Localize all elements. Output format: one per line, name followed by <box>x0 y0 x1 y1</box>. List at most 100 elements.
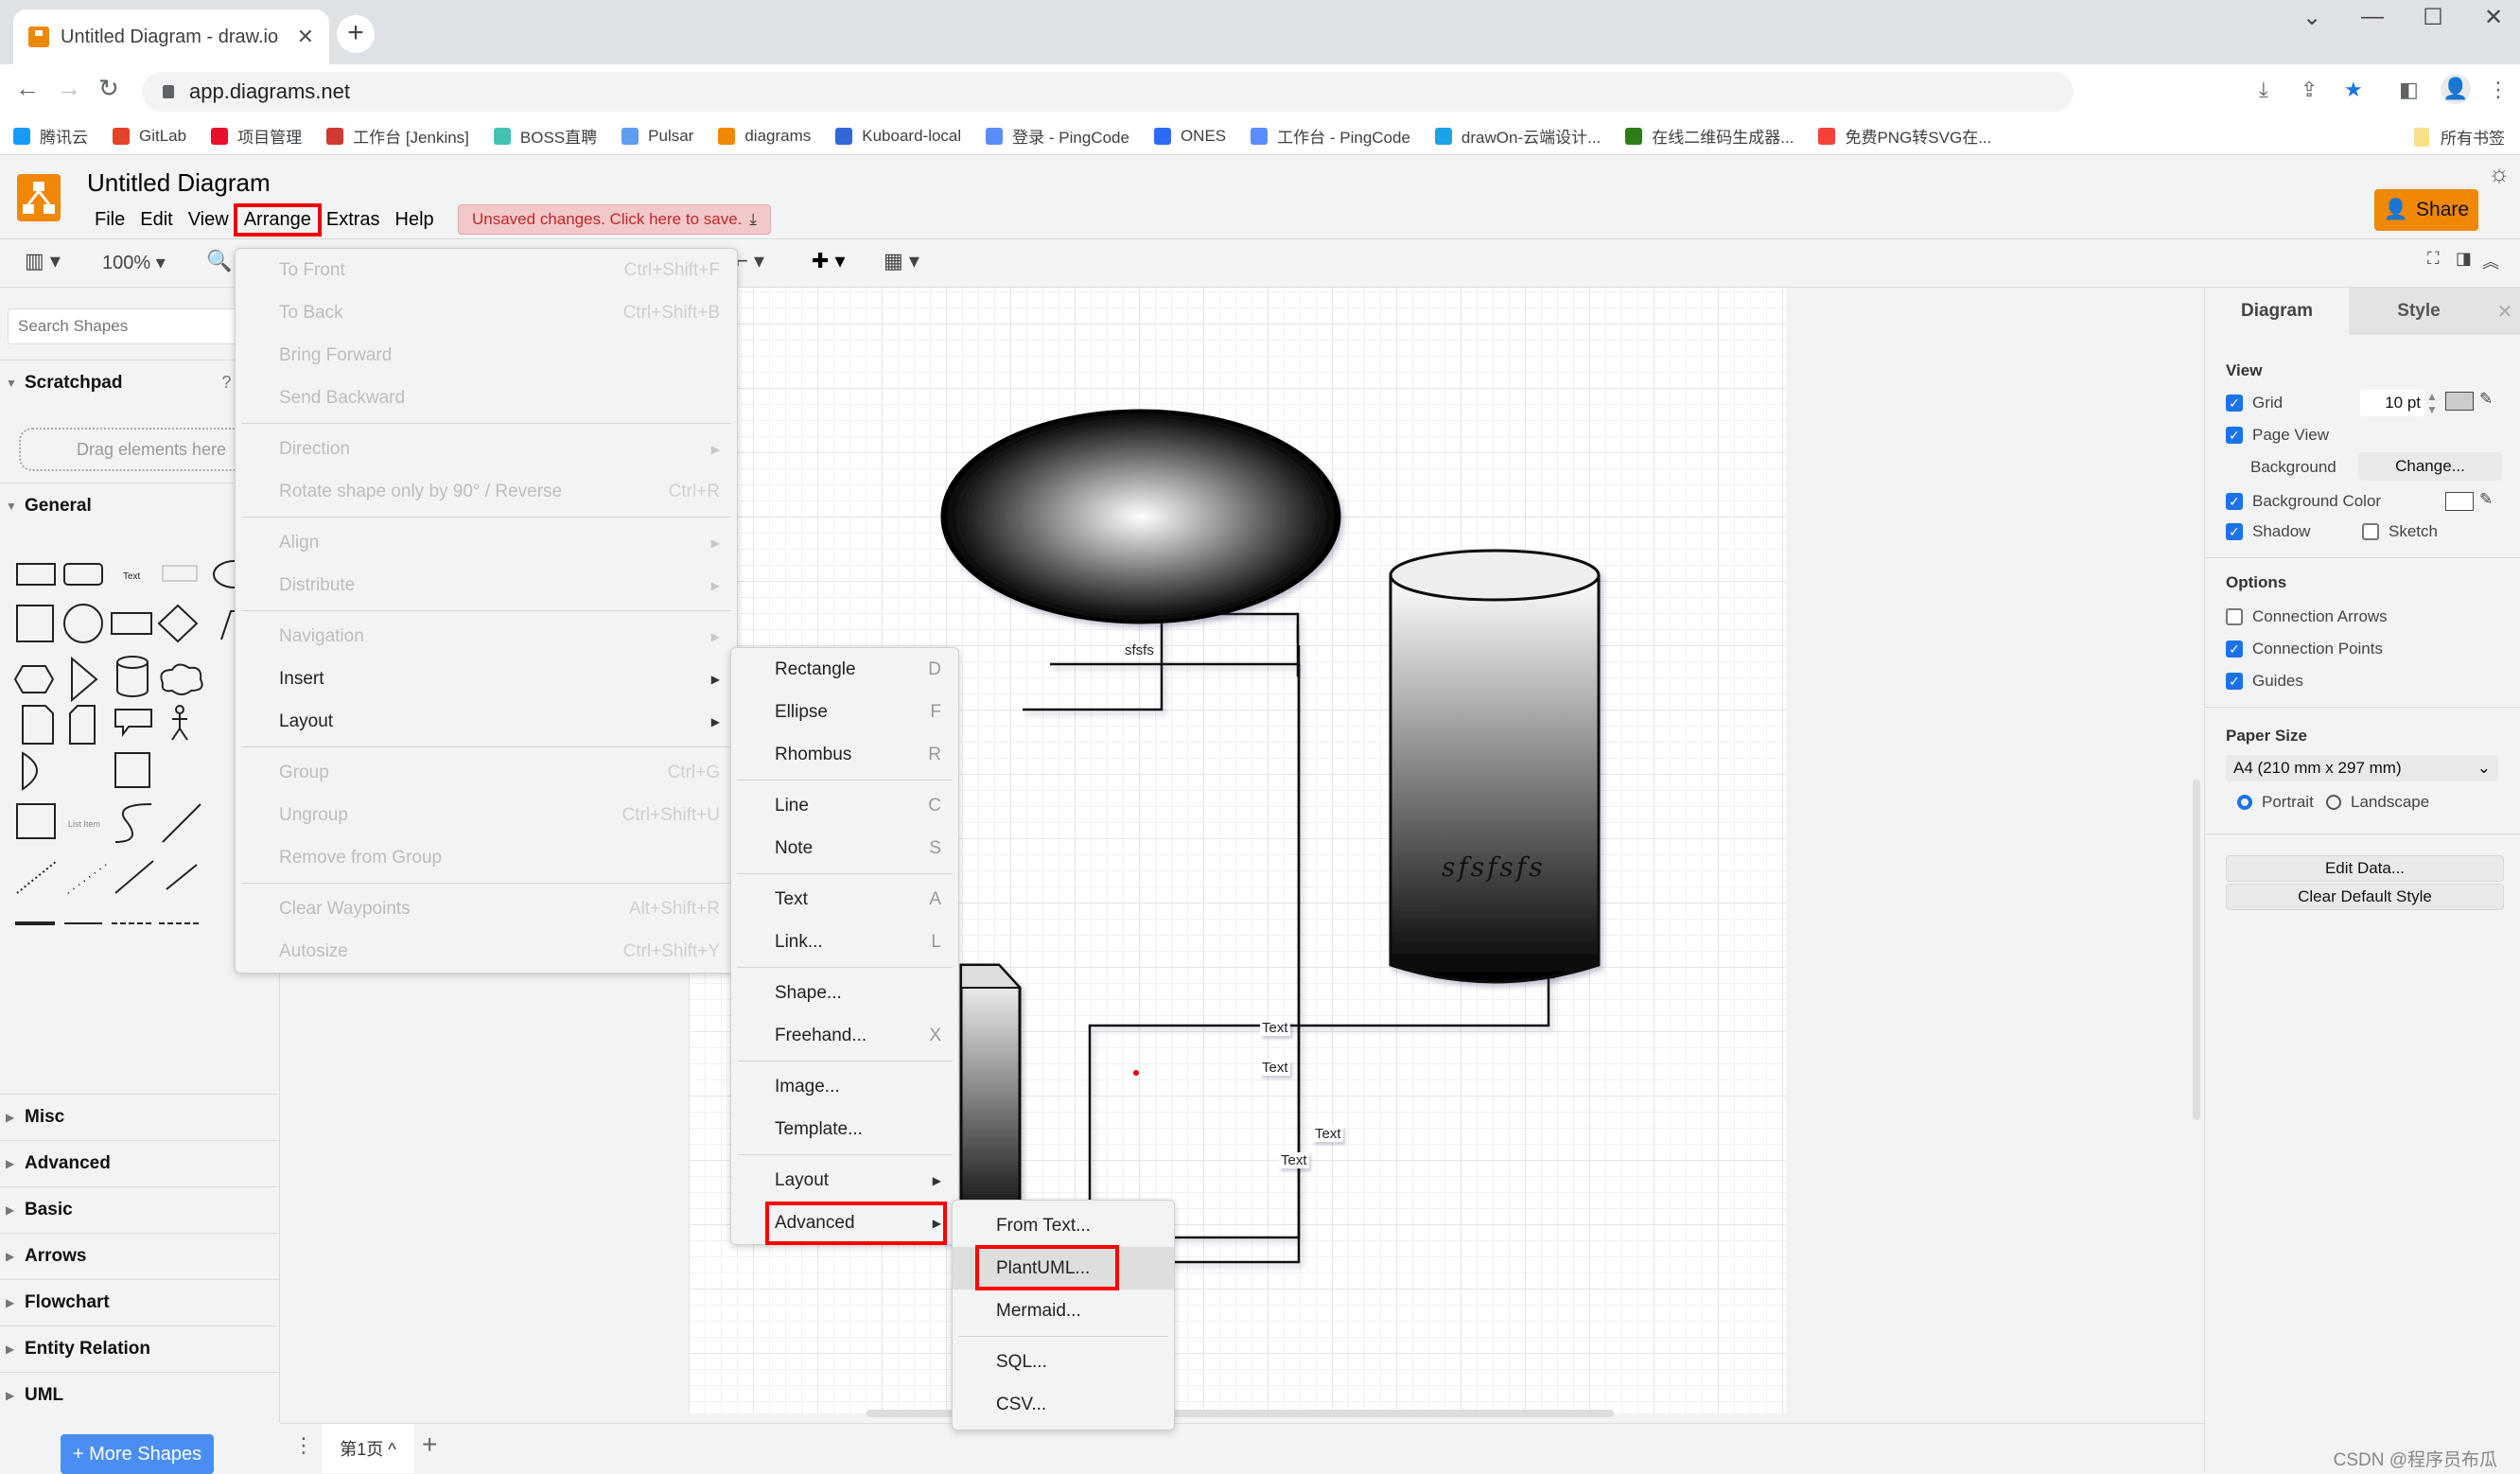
toggle-format-icon[interactable]: ◨ <box>2456 249 2472 269</box>
table-icon[interactable]: ▦ ▾ <box>884 249 919 273</box>
menu-item-template[interactable]: Template... <box>731 1108 958 1150</box>
checkbox-checked-icon[interactable]: ✓ <box>2226 640 2243 658</box>
checkbox-unchecked-icon[interactable] <box>2226 608 2243 625</box>
new-tab-button[interactable]: + <box>337 15 375 53</box>
search-shapes-input[interactable] <box>8 308 272 344</box>
page-tab[interactable]: 第1页 ^ <box>322 1424 414 1473</box>
menu-item-rectangle[interactable]: Rectangle D <box>731 648 958 691</box>
profile-avatar-icon[interactable]: 👤 <box>2441 74 2471 104</box>
bookmark-item[interactable]: GitLab <box>113 127 186 146</box>
menu-item-remove-from-group[interactable]: Remove from Group <box>236 836 737 879</box>
minimize-button[interactable]: — <box>2354 4 2391 30</box>
checkbox-checked-icon[interactable]: ✓ <box>2226 493 2243 510</box>
menu-item-advanced[interactable]: Advanced ▶ <box>731 1202 958 1245</box>
grid-size-input[interactable]: 10 pt <box>2360 390 2424 416</box>
tab-style[interactable]: Style <box>2349 288 2489 335</box>
section-basic[interactable]: ▶ Basic <box>0 1186 280 1232</box>
bookmark-item[interactable]: diagrams <box>718 127 811 146</box>
maximize-button[interactable]: ☐ <box>2414 4 2452 31</box>
menu-item-freehand[interactable]: Freehand... X <box>731 1014 958 1057</box>
general-shapes-grid[interactable]: Text List Item <box>11 553 267 950</box>
menu-item-text[interactable]: Text A <box>731 878 958 921</box>
connection-points-row[interactable]: ✓ Connection Points <box>2226 640 2383 658</box>
bookmark-star-icon[interactable]: ★ <box>2344 78 2363 102</box>
menu-item-line[interactable]: Line C <box>731 784 958 827</box>
menu-item-align[interactable]: Align ▶ <box>236 521 737 564</box>
bookmark-item[interactable]: BOSS直聘 <box>493 124 597 148</box>
back-icon[interactable]: ← <box>15 74 40 103</box>
bookmark-item[interactable]: Pulsar <box>621 127 693 146</box>
install-app-icon[interactable]: ⤓ <box>2259 78 2268 102</box>
bookmark-item[interactable]: 腾讯云 <box>13 124 88 148</box>
close-tab-icon[interactable]: ✕ <box>297 25 314 49</box>
zoom-in-icon[interactable]: 🔍 <box>206 249 232 273</box>
bookmark-item[interactable]: 在线二维码生成器... <box>1625 124 1794 148</box>
section-flowchart[interactable]: ▶ Flowchart <box>0 1279 280 1325</box>
section-advanced[interactable]: ▶ Advanced <box>0 1140 280 1185</box>
browser-tab[interactable]: Untitled Diagram - draw.io ✕ <box>13 9 329 64</box>
insert-plus-icon[interactable]: ✚ ▾ <box>812 249 846 273</box>
menu-extras[interactable]: Extras <box>319 206 388 234</box>
bookmark-item[interactable]: 工作台 [Jenkins] <box>326 124 469 148</box>
menu-item-bring-forward[interactable]: Bring Forward <box>236 334 737 377</box>
background-color-swatch[interactable] <box>2445 492 2474 511</box>
edge-label[interactable]: Text <box>1279 1152 1309 1168</box>
menu-item-sql[interactable]: SQL... <box>953 1341 1174 1383</box>
url-field[interactable]: app.diagrams.net <box>142 72 2074 112</box>
edit-data-button[interactable]: Edit Data... <box>2226 855 2504 882</box>
section-arrows[interactable]: ▶ Arrows <box>0 1233 280 1278</box>
guides-row[interactable]: ✓ Guides <box>2226 672 2303 691</box>
bookmark-item[interactable]: 工作台 - PingCode <box>1251 124 1410 148</box>
edge-label[interactable]: Text <box>1260 1060 1290 1076</box>
clear-default-style-button[interactable]: Clear Default Style <box>2226 884 2504 910</box>
page-view-checkbox-row[interactable]: ✓ Page View <box>2226 426 2329 445</box>
menu-item-csv[interactable]: CSV... <box>953 1383 1174 1426</box>
edge-label[interactable]: Text <box>1260 1020 1290 1036</box>
browser-menu-icon[interactable]: ⋮ <box>2488 78 2509 102</box>
sketch-checkbox-row[interactable]: Sketch <box>2362 522 2438 541</box>
menu-item-ungroup[interactable]: Ungroup Ctrl+Shift+U <box>236 794 737 836</box>
radio-selected-icon[interactable] <box>2237 795 2252 810</box>
zoom-dropdown[interactable]: 100% ▾ <box>102 251 166 274</box>
page-menu-icon[interactable]: ⋮ <box>293 1433 314 1458</box>
bookmark-item[interactable]: ONES <box>1153 127 1226 146</box>
section-uml[interactable]: ▶ UML <box>0 1372 280 1417</box>
menu-item-to-back[interactable]: To Back Ctrl+Shift+B <box>236 291 737 334</box>
checkbox-checked-icon[interactable]: ✓ <box>2226 523 2243 540</box>
checkbox-checked-icon[interactable]: ✓ <box>2226 673 2243 690</box>
menu-edit[interactable]: Edit <box>132 206 180 234</box>
menu-item-autosize[interactable]: Autosize Ctrl+Shift+Y <box>236 930 737 973</box>
menu-item-link[interactable]: Link... L <box>731 921 958 963</box>
close-window-button[interactable]: ✕ <box>2475 4 2512 31</box>
tab-search-icon[interactable]: ⌄ <box>2293 4 2331 31</box>
share-page-icon[interactable]: ⇪ <box>2301 78 2318 102</box>
radio-unselected-icon[interactable] <box>2326 795 2341 810</box>
unsaved-changes-button[interactable]: Unsaved changes. Click here to save. ⤓ <box>458 204 771 235</box>
background-color-checkbox-row[interactable]: ✓ Background Color <box>2226 492 2381 511</box>
share-button[interactable]: 👤 Share <box>2374 189 2478 231</box>
menu-item-mermaid[interactable]: Mermaid... <box>953 1290 1174 1332</box>
more-shapes-button[interactable]: + More Shapes <box>61 1434 214 1474</box>
eyedropper-icon[interactable]: ✎ <box>2479 490 2493 509</box>
theme-sun-icon[interactable]: ☼ <box>2488 159 2511 188</box>
section-misc[interactable]: ▶ Misc <box>0 1094 280 1139</box>
change-background-button[interactable]: Change... <box>2358 452 2502 481</box>
menu-item-rhombus[interactable]: Rhombus R <box>731 733 958 776</box>
menu-view[interactable]: View <box>181 206 236 234</box>
menu-item-send-backward[interactable]: Send Backward <box>236 377 737 419</box>
menu-item-layout[interactable]: Layout ▶ <box>731 1159 958 1202</box>
landscape-radio-row[interactable]: Landscape <box>2326 793 2429 812</box>
menu-arrange[interactable]: Arrange <box>233 203 322 237</box>
document-title[interactable]: Untitled Diagram <box>87 168 271 198</box>
fullscreen-icon[interactable]: ⛶ <box>2427 249 2440 269</box>
eyedropper-icon[interactable]: ✎ <box>2479 390 2493 409</box>
edge-label[interactable]: Text <box>1313 1126 1343 1142</box>
bookmark-item[interactable]: 项目管理 <box>211 124 302 148</box>
checkbox-checked-icon[interactable]: ✓ <box>2226 427 2243 444</box>
paper-size-select[interactable]: A4 (210 mm x 297 mm) ⌄ <box>2226 755 2498 781</box>
menu-item-navigation[interactable]: Navigation ▶ <box>236 615 737 658</box>
vertical-scrollbar[interactable] <box>2193 780 2200 1120</box>
menu-item-clear-waypoints[interactable]: Clear Waypoints Alt+Shift+R <box>236 887 737 930</box>
section-entity-relation[interactable]: ▶ Entity Relation <box>0 1325 280 1371</box>
shadow-checkbox-row[interactable]: ✓ Shadow <box>2226 522 2310 541</box>
